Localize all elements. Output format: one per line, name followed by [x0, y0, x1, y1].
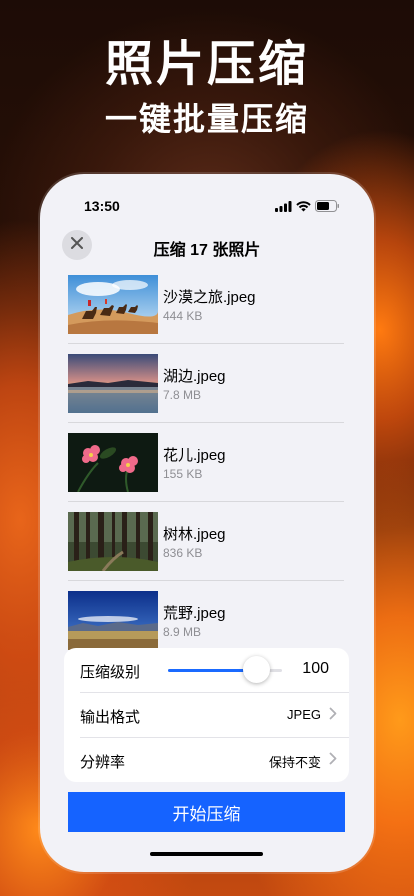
list-item[interactable]: 湖边.jpeg 7.8 MB: [68, 351, 344, 429]
file-size: 444 KB: [163, 309, 203, 323]
thumbnail-lake: [68, 354, 158, 413]
phone-screen: 13:50 压缩 17 张照片 沙漠之旅.jpeg 444 KB 湖边.jpeg…: [40, 174, 374, 872]
divider: [68, 580, 344, 581]
chevron-right-icon: [329, 707, 337, 725]
page-title: 压缩 17 张照片: [153, 242, 261, 259]
status-bar: 13:50: [40, 174, 374, 232]
output-format-value: JPEG: [287, 707, 321, 722]
file-size: 8.9 MB: [163, 625, 202, 639]
list-item[interactable]: 花儿.jpeg 155 KB: [68, 430, 344, 508]
thumbnail-flowers: [68, 433, 158, 492]
wifi-icon: [296, 199, 311, 217]
list-item[interactable]: 树林.jpeg 836 KB: [68, 509, 344, 587]
chevron-right-icon: [329, 752, 337, 770]
file-name: 树林.jpeg: [163, 526, 226, 543]
compression-level-row: 压缩级别 100: [64, 648, 349, 692]
resolution-value: 保持不变: [268, 755, 321, 770]
divider: [68, 343, 344, 344]
output-format-row[interactable]: 输出格式 JPEG: [64, 693, 349, 737]
file-size: 836 KB: [163, 546, 203, 560]
file-name: 荒野.jpeg: [163, 605, 226, 622]
promo-headline: 照片压缩: [104, 38, 309, 91]
thumbnail-desert: [68, 275, 158, 334]
file-name: 沙漠之旅.jpeg: [163, 289, 256, 306]
signal-icon: [275, 199, 292, 217]
status-icons: [275, 199, 340, 217]
compression-level-label: 压缩级别: [80, 664, 141, 681]
start-compress-button[interactable]: 开始压缩: [68, 792, 345, 832]
thumbnail-forest: [68, 512, 158, 571]
battery-icon: [315, 199, 340, 217]
divider: [68, 501, 344, 502]
home-indicator: [150, 852, 263, 856]
promo-subline: 一键批量压缩: [104, 101, 309, 137]
file-name: 湖边.jpeg: [163, 368, 226, 385]
navigation-bar: 压缩 17 张照片: [40, 228, 374, 272]
resolution-row[interactable]: 分辨率 保持不变: [64, 738, 349, 782]
slider-knob[interactable]: [243, 656, 271, 683]
list-item[interactable]: 沙漠之旅.jpeg 444 KB: [68, 272, 344, 350]
status-time: 13:50: [84, 198, 120, 214]
file-size: 155 KB: [163, 467, 203, 481]
file-size: 7.8 MB: [163, 388, 202, 402]
thumbnail-wilderness: [68, 591, 158, 650]
divider: [68, 422, 344, 423]
compression-level-value: 100: [302, 660, 329, 677]
file-name: 花儿.jpeg: [163, 447, 226, 464]
resolution-label: 分辨率: [80, 754, 126, 771]
output-format-label: 输出格式: [80, 709, 141, 726]
settings-card: 压缩级别 100 输出格式 JPEG 分辨率 保持不变: [64, 648, 349, 782]
